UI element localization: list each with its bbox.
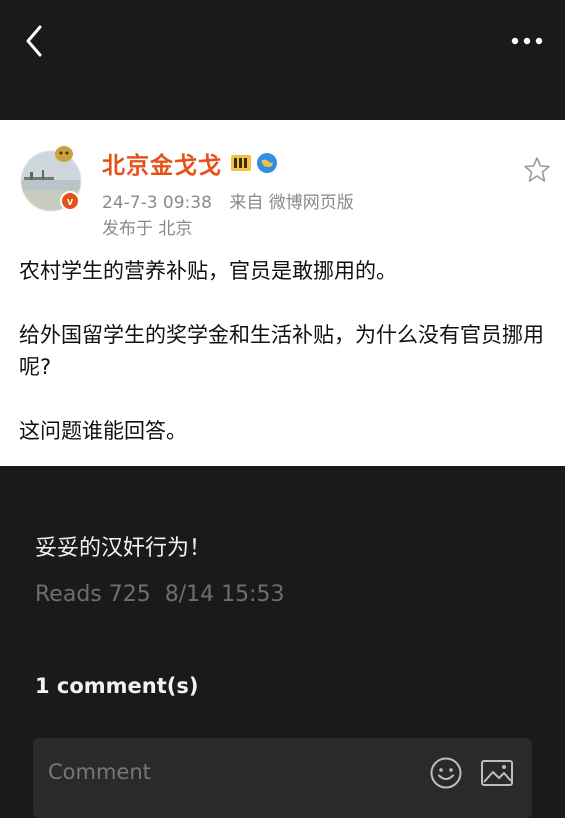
embedded-post-screenshot: v 北京金戈戈 24-7-3 09:38 来自 微博网页版 发布于 北京 农村学… <box>0 120 565 466</box>
svg-text:v: v <box>67 196 74 208</box>
avatar-sticker-icon <box>55 146 73 162</box>
post-caption: 妥妥的汉奸行为！ <box>35 536 212 561</box>
post-timestamp: 24-7-3 09:38 <box>102 193 212 213</box>
globe-badge-icon <box>257 153 277 173</box>
post-author-name[interactable]: 北京金戈戈 <box>102 146 222 180</box>
post-source: 来自 微博网页版 <box>229 193 354 213</box>
image-icon[interactable] <box>480 758 514 788</box>
star-outline-icon[interactable] <box>523 156 551 184</box>
back-chevron-icon[interactable] <box>20 24 50 58</box>
post-meta: 24-7-3 09:38 来自 微博网页版 <box>102 188 354 213</box>
comment-input[interactable]: Comment <box>33 738 532 818</box>
post-location: 发布于 北京 <box>102 219 193 239</box>
post-datetime: 8/14 15:53 <box>164 582 285 607</box>
comment-count: 1 comment(s) <box>35 674 199 698</box>
more-dots-icon[interactable] <box>509 28 545 54</box>
comment-placeholder: Comment <box>48 760 151 784</box>
top-bar <box>0 0 565 120</box>
post-stats: Reads 725 8/14 15:53 <box>35 582 285 607</box>
post-paragraph-2: 给外国留学生的奖学金和生活补贴，为什么没有官员挪用呢? <box>19 323 544 379</box>
reads-count: Reads 725 <box>35 582 151 607</box>
post-paragraph-3: 这问题谁能回答。 <box>19 419 187 443</box>
vip-badge-icon <box>231 155 251 171</box>
post-author-row: 北京金戈戈 <box>102 146 278 180</box>
post-paragraph-1: 农村学生的营养补贴，官员是敢挪用的。 <box>19 259 397 283</box>
emoji-smile-icon[interactable] <box>429 756 463 790</box>
